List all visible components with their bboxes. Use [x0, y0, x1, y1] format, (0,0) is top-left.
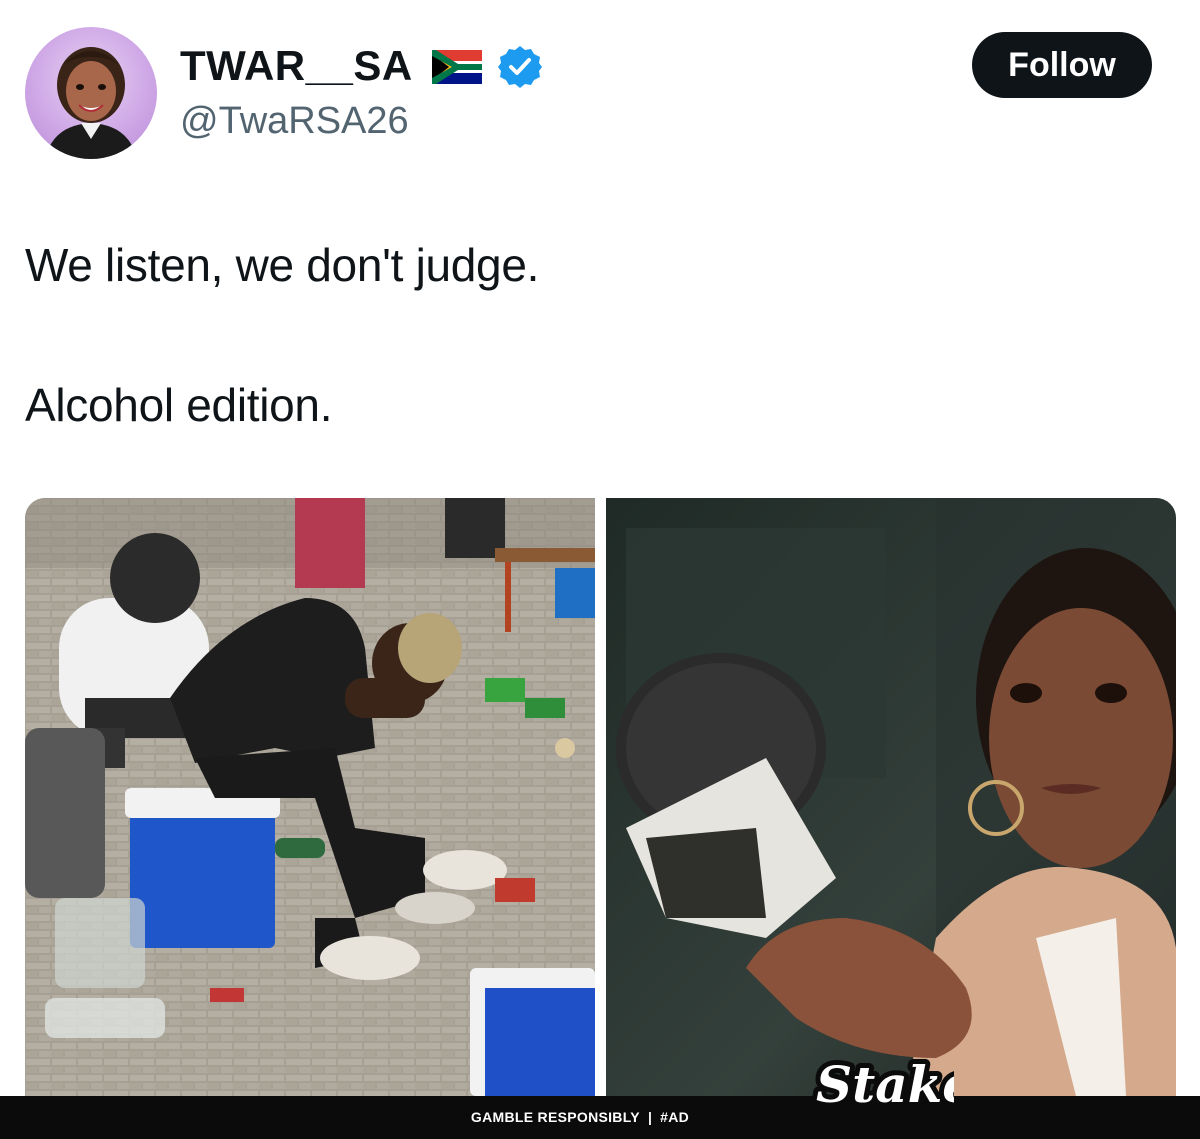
tweet-image-right[interactable] — [606, 498, 1176, 1096]
tweet-image-left[interactable] — [25, 498, 595, 1096]
festival-aftermath-photo — [25, 498, 595, 1096]
stake-logo-text: Stake — [816, 1055, 954, 1114]
tweet-text-line-1: We listen, we don't judge. — [25, 239, 540, 291]
follow-button[interactable]: Follow — [972, 32, 1152, 98]
south-africa-flag-icon — [432, 50, 482, 84]
stake-logo[interactable]: Stake Stake — [808, 1040, 954, 1124]
tweet-text-line-2: Alcohol edition. — [25, 379, 333, 431]
ad-tag: #AD — [660, 1109, 690, 1125]
reporter-with-microphone-photo — [606, 498, 1176, 1096]
verified-badge-icon — [498, 46, 542, 88]
user-handle[interactable]: @TwaRSA26 — [180, 100, 409, 143]
ad-separator: | — [647, 1109, 653, 1125]
avatar[interactable] — [25, 27, 157, 159]
gamble-responsibly-text: GAMBLE RESPONSIBLY — [470, 1109, 640, 1125]
avatar-illustration — [45, 47, 137, 159]
display-name[interactable]: TWAR__SA — [180, 42, 413, 90]
ad-banner[interactable]: GAMBLE RESPONSIBLY | #AD — [0, 1096, 1200, 1139]
tweet-header: TWAR__SA @TwaRSA26 Follow — [0, 0, 1200, 170]
ad-disclaimer: GAMBLE RESPONSIBLY | #AD — [0, 1096, 1160, 1139]
